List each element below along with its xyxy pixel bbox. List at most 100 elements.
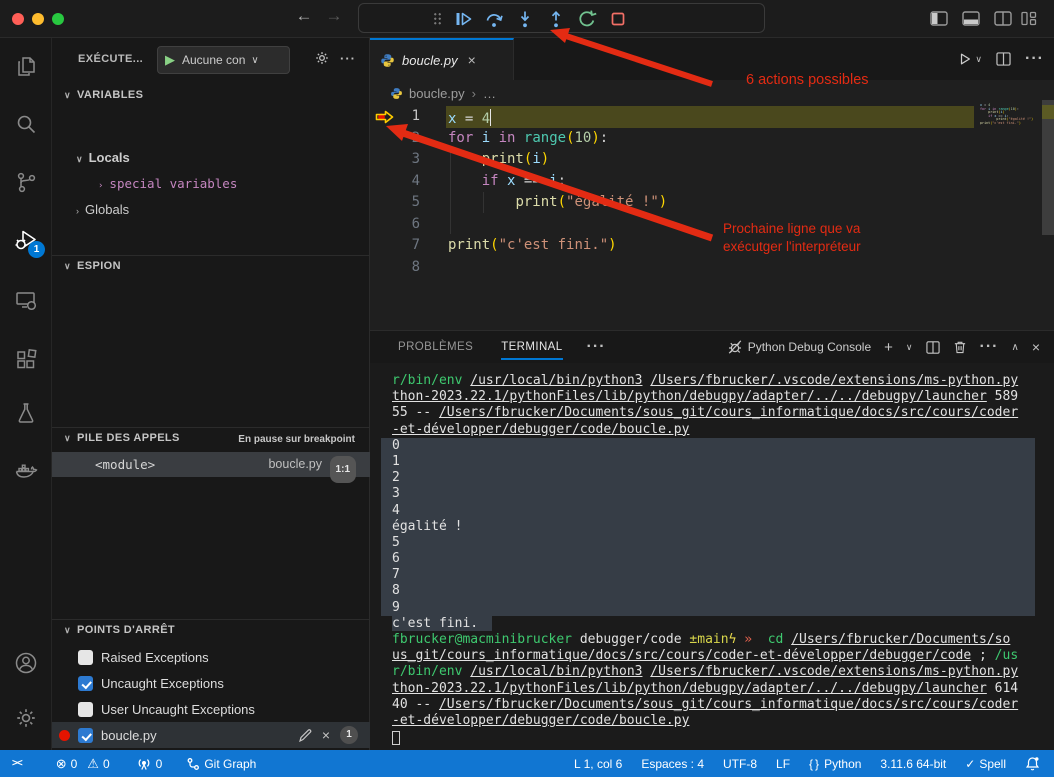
variables-scope-locals[interactable]: ∨Locals [76,146,130,170]
terminal-output[interactable]: r/bin/env /usr/local/bin/python3 /Users/… [370,373,1054,745]
remote-indicator[interactable]: >< [12,758,22,769]
debug-restart-button[interactable] [576,8,598,30]
debug-settings-button[interactable] [314,50,330,66]
code-line-4[interactable]: 4 if x == i: [370,171,974,193]
encoding-status[interactable]: UTF-8 [723,757,757,771]
callstack-section-header[interactable]: ∨PILE DES APPELS [64,432,180,444]
accounts-button[interactable] [14,651,38,675]
code-line-7[interactable]: 7print("c'est fini.") [370,235,974,257]
breakpoint-checkbox[interactable] [78,702,93,717]
python-interpreter-status[interactable]: 3.11.6 64-bit [880,757,946,771]
breadcrumb-symbol[interactable]: … [483,86,496,101]
close-window-button[interactable] [12,13,24,25]
toggle-primary-sidebar-button[interactable] [930,11,948,26]
problems-status[interactable]: ⊗ 0 ⚠ 0 [56,756,110,772]
code-line-8[interactable]: 8 [370,257,974,279]
split-terminal-button[interactable] [926,341,940,354]
breakpoint-row[interactable]: Uncaught Exceptions [52,670,370,696]
sidebar-item-extensions[interactable] [14,348,38,372]
debug-toolbar [358,3,765,33]
drag-handle-icon[interactable] [433,12,442,25]
indentation-status[interactable]: Espaces : 4 [641,757,704,771]
debug-step-over-button[interactable] [483,8,505,30]
debug-step-out-button[interactable] [545,8,567,30]
maximize-panel-button[interactable]: ∧ [1011,342,1018,353]
editor-more-actions-button[interactable]: ··· [1025,50,1044,68]
git-graph-button[interactable]: Git Graph [186,757,256,771]
spell-checker-status[interactable]: ✓ Spell [965,757,1006,771]
code-line-3[interactable]: 3 print(i) [370,149,974,171]
breakpoint-row[interactable]: Raised Exceptions [52,644,370,670]
status-bar: >< ⊗ 0 ⚠ 0 0 Git Graph L 1, col 6 Espace… [0,750,1054,777]
sidebar-item-explorer[interactable] [14,54,38,78]
variables-section-header[interactable]: ∨VARIABLES [64,89,143,101]
editor-scrollbar[interactable] [1042,100,1054,235]
ports-status[interactable]: 0 [136,757,163,771]
debug-config-dropdown[interactable]: ▶ Aucune con ∨ [157,46,290,74]
code-text: print("égalité !") [448,192,667,214]
navigate-back-button[interactable]: ← [292,6,316,26]
minimap[interactable]: x = 4for i in range(10): print(i) if x =… [980,104,1038,126]
eol-status[interactable]: LF [776,757,790,771]
code-line-5[interactable]: 5 print("égalité !") [370,192,974,214]
variables-scope-globals[interactable]: ›Globals [76,198,129,222]
tab-problems[interactable]: PROBLÈMES [398,331,473,363]
toggle-secondary-sidebar-button[interactable] [994,11,1012,26]
sidebar-item-remote-explorer[interactable] [14,288,38,312]
new-terminal-button[interactable]: + [884,339,893,356]
language-mode-status[interactable]: {} Python [809,757,861,771]
breakpoint-row[interactable]: boucle.py×1 [52,722,370,748]
sidebar-more-actions-button[interactable]: ··· [340,51,356,66]
tab-boucle-py[interactable]: boucle.py × [370,38,514,80]
code-area[interactable]: 1x = 42for i in range(10):3 print(i)4 if… [370,106,974,278]
breadcrumb[interactable]: boucle.py › … [370,80,1054,106]
start-debug-icon[interactable]: ▶ [158,52,182,68]
toggle-panel-button[interactable] [962,11,980,26]
breakpoint-checkbox[interactable] [78,728,93,743]
code-line-1[interactable]: 1x = 4 [370,106,974,128]
breadcrumb-file[interactable]: boucle.py [409,86,465,101]
edit-breakpoint-icon [299,729,312,742]
navigate-forward-button[interactable]: → [322,6,346,26]
section-divider [52,427,370,428]
edit-breakpoint-button[interactable] [299,729,312,742]
debug-step-into-button[interactable] [514,8,536,30]
sidebar-item-search[interactable] [14,112,38,136]
notifications-button[interactable] [1025,756,1040,771]
kill-terminal-button[interactable] [953,340,967,354]
breakpoints-section-header[interactable]: ∨POINTS D'ARRÊT [64,624,175,636]
run-python-file-button[interactable]: ∨ [958,52,982,66]
remove-breakpoint-button[interactable]: × [322,727,330,743]
tab-close-icon[interactable]: × [468,52,476,68]
sidebar-item-testing[interactable] [14,401,38,425]
variables-special[interactable]: ›special variables [98,172,237,196]
sidebar-item-docker[interactable] [14,458,38,482]
tab-terminal[interactable]: TERMINAL [501,331,562,363]
debug-stop-button[interactable] [607,8,629,30]
zoom-window-button[interactable] [52,13,64,25]
watch-section-header[interactable]: ∨ESPION [64,260,121,272]
sidebar-item-run-and-debug[interactable]: 1 [14,228,38,252]
breakpoint-checkbox[interactable] [78,650,93,665]
chevron-right-icon: › [98,181,103,191]
debug-console-session[interactable]: Python Debug Console [727,339,871,355]
code-line-2[interactable]: 2for i in range(10): [370,128,974,150]
annotation-next-line-note: Prochaine ligne que va exécutger l'inter… [723,220,861,256]
callstack-frame-row[interactable]: <module> boucle.py 1:1 [52,452,370,477]
panel-more-actions-button[interactable]: ··· [980,338,999,356]
terminal-dropdown-chevron[interactable]: ∨ [906,342,913,353]
debug-continue-button[interactable] [452,8,474,30]
minimize-window-button[interactable] [32,13,44,25]
cursor-position-status[interactable]: L 1, col 6 [574,757,622,771]
split-editor-button[interactable] [996,52,1011,66]
code-line-6[interactable]: 6 [370,214,974,236]
panel-more-tabs-button[interactable]: ··· [587,338,606,356]
close-panel-button[interactable]: × [1032,339,1040,355]
breakpoint-label: boucle.py [101,728,157,743]
breakpoint-row[interactable]: User Uncaught Exceptions [52,696,370,722]
sidebar-item-source-control[interactable] [14,170,38,194]
breakpoint-checkbox[interactable] [78,676,93,691]
settings-button[interactable] [14,706,38,730]
customize-layout-button[interactable] [1021,11,1037,26]
chevron-down-icon[interactable]: ∨ [975,54,982,65]
